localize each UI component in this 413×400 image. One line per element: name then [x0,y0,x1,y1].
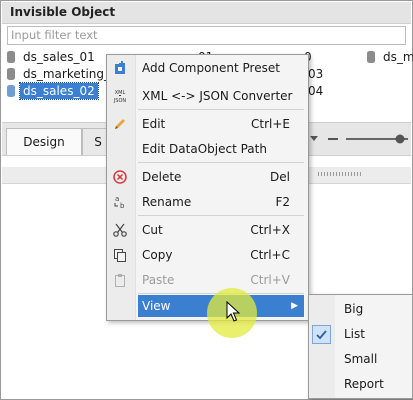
object-label: ds_m [383,50,413,64]
view-submenu: Big List Small Report [308,294,413,399]
splitter-grip[interactable] [318,172,362,176]
object-label: ds_sales_01 [23,50,95,64]
zoom-slider[interactable] [308,131,408,147]
copy-icon [114,249,126,262]
object-label: ds_sales_02 [19,82,99,100]
submenu-label: Small [344,352,378,366]
menu-label: Edit DataObject Path [142,142,267,156]
menu-item-rename[interactable]: a b Rename F2 [107,191,308,213]
add-preset-icon [115,61,125,74]
menu-separator [138,162,304,163]
hidden-item-fragment: 03 [308,67,324,81]
menu-label: Cut [142,223,163,237]
svg-text:b: b [120,202,125,210]
zoom-thumb [395,134,405,144]
menu-item-xml-json-converter[interactable]: XML JSON XML <-> JSON Converter [107,85,308,107]
menu-label: Add Component Preset [142,61,280,75]
menu-shortcut: Del [270,170,290,184]
submenu-item-small[interactable]: Small [309,347,412,372]
menu-separator [138,215,304,216]
rename-icon: a b [114,195,125,210]
tab-label: Design [23,135,65,149]
submenu-arrow-icon: ▶ [291,301,298,311]
database-icon [7,85,15,97]
menu-label: View [142,299,171,313]
scissors-icon [113,223,127,237]
submenu-label: List [344,327,365,341]
menu-label: Edit [142,117,166,131]
submenu-item-big[interactable]: Big [309,297,412,322]
svg-text:a: a [115,195,119,203]
menu-shortcut: Ctrl+X [250,223,290,237]
submenu-item-list[interactable]: List [309,322,412,347]
menu-shortcut: F2 [275,195,290,209]
menu-item-edit-dataobject-path[interactable]: Edit DataObject Path [107,138,308,160]
database-icon [7,68,15,80]
hidden-item-fragment: 04 [308,84,324,98]
menu-shortcut: Ctrl+C [250,248,290,262]
menu-label: Rename [142,195,192,209]
menu-item-paste[interactable]: Paste Ctrl+V [107,269,308,291]
delete-icon [113,170,127,184]
panel-title: Invisible Object [10,5,116,19]
menu-label: Paste [142,273,175,287]
menu-label: Delete [142,170,182,184]
menu-label: Copy [142,248,173,262]
context-menu: Add Component Preset XML JSON XML <-> JS… [106,54,309,321]
menu-shortcut: Ctrl+E [251,117,290,131]
panel-titlebar: Invisible Object [2,2,411,24]
menu-item-add-component-preset[interactable]: Add Component Preset [107,57,308,79]
database-icon [367,51,375,63]
database-icon [7,51,15,63]
xml-json-icon: XML JSON [113,90,127,104]
menu-label: XML <-> JSON Converter [142,89,293,103]
paste-icon [115,274,125,287]
svg-text:JSON: JSON [113,98,127,104]
check-icon [312,325,331,344]
menu-shortcut: Ctrl+V [250,273,290,287]
menu-separator [138,109,304,110]
menu-item-delete[interactable]: Delete Del [107,166,308,188]
tab-label: S [94,135,102,149]
filter-field[interactable] [7,26,406,45]
zoom-out-icon [328,138,338,140]
submenu-item-report[interactable]: Report [309,372,412,397]
menu-item-edit[interactable]: Edit Ctrl+E [107,113,308,135]
filter-input[interactable] [8,27,401,42]
pencil-icon [115,119,125,129]
submenu-label: Big [344,302,364,316]
tab-design[interactable]: Design [6,128,82,155]
mouse-cursor-icon [226,301,241,322]
dropdown-arrow-icon [310,136,318,141]
menu-item-cut[interactable]: Cut Ctrl+X [107,219,308,241]
submenu-label: Report [344,377,384,391]
menu-item-copy[interactable]: Copy Ctrl+C [107,244,308,266]
